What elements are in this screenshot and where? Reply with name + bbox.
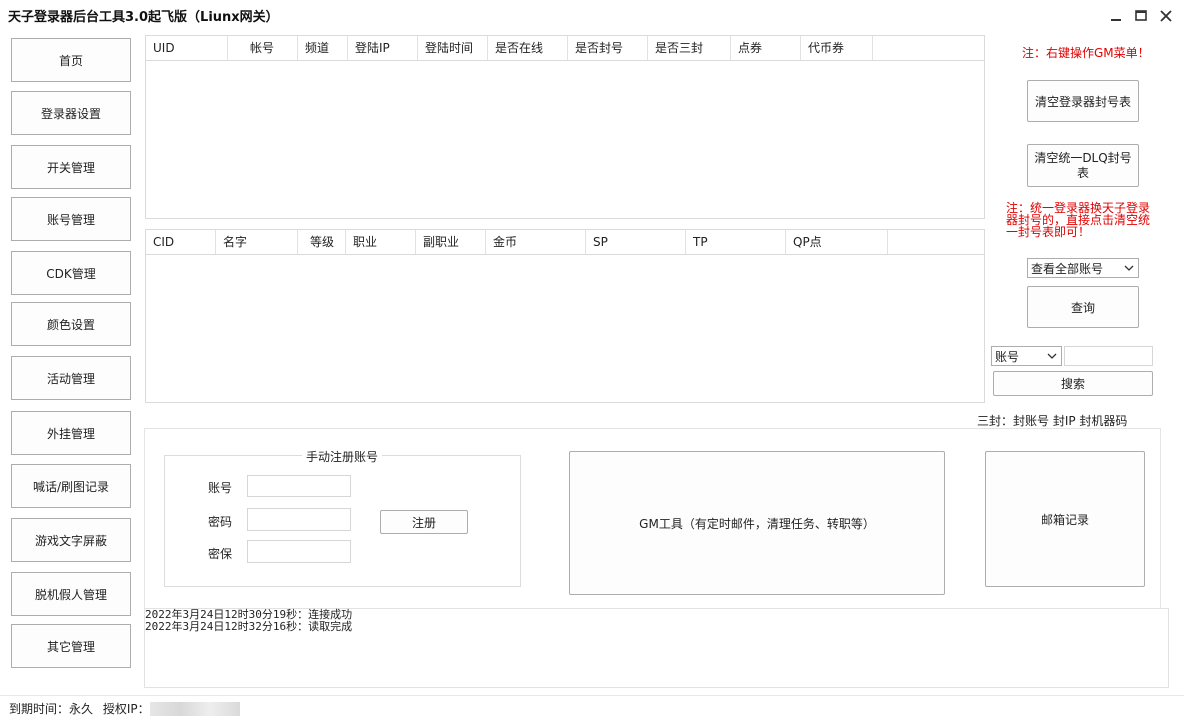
nav-activity-management-button[interactable]: 活动管理 <box>11 356 131 400</box>
expire-value: 永久 <box>69 702 94 716</box>
col-triple-ban[interactable]: 是否三封 <box>648 36 731 60</box>
gm-tools-button[interactable]: GM工具（有定时邮件，清理任务、转职等） <box>569 451 945 595</box>
close-button[interactable] <box>1156 6 1176 26</box>
nav-cdk-management-button[interactable]: CDK管理 <box>11 251 131 295</box>
search-button[interactable]: 搜索 <box>993 371 1153 396</box>
character-table[interactable]: CID 名字 等级 职业 副职业 金币 SP TP QP点 <box>145 229 985 403</box>
nav-home-button[interactable]: 首页 <box>11 38 131 82</box>
close-icon <box>1160 10 1172 22</box>
window-title: 天子登录器后台工具3.0起飞版（Liunx网关） <box>8 10 279 25</box>
nav-text-filter-button[interactable]: 游戏文字屏蔽 <box>11 518 131 562</box>
maximize-button[interactable] <box>1131 6 1151 26</box>
col-subjob[interactable]: 副职业 <box>416 230 486 254</box>
col-tokens[interactable]: 代币券 <box>801 36 873 60</box>
expire-label: 到期时间： <box>9 702 70 716</box>
col-login-ip[interactable]: 登陆IP <box>348 36 418 60</box>
col-job[interactable]: 职业 <box>346 230 416 254</box>
status-bar: 到期时间：永久 授权IP： <box>9 700 150 717</box>
col-points[interactable]: 点券 <box>731 36 801 60</box>
nav-offline-bot-button[interactable]: 脱机假人管理 <box>11 572 131 616</box>
col-banned[interactable]: 是否封号 <box>568 36 648 60</box>
col-login-time[interactable]: 登陆时间 <box>418 36 488 60</box>
nav-other-management-button[interactable]: 其它管理 <box>11 624 131 668</box>
register-secret-label: 密保 <box>208 547 233 561</box>
search-input[interactable] <box>1064 346 1153 366</box>
character-table-header: CID 名字 等级 职业 副职业 金币 SP TP QP点 <box>146 230 984 255</box>
col-channel[interactable]: 频道 <box>298 36 348 60</box>
col-qp[interactable]: QP点 <box>786 230 888 254</box>
nav-cheat-management-button[interactable]: 外挂管理 <box>11 411 131 455</box>
log-panel[interactable]: 2022年3月24日12时30分19秒：连接成功 2022年3月24日12时32… <box>144 608 1169 688</box>
col-gold[interactable]: 金币 <box>486 230 586 254</box>
status-divider <box>0 695 1184 696</box>
col-level[interactable]: 等级 <box>298 230 346 254</box>
view-accounts-select-value: 查看全部账号 <box>1031 261 1104 276</box>
triple-ban-note: 三封：封账号 封IP 封机器码 <box>977 414 1128 428</box>
minimize-button[interactable] <box>1106 6 1126 26</box>
col-account[interactable]: 帐号 <box>228 36 298 60</box>
nav-account-management-button[interactable]: 账号管理 <box>11 197 131 241</box>
col-online[interactable]: 是否在线 <box>488 36 568 60</box>
nav-color-settings-button[interactable]: 颜色设置 <box>11 302 131 346</box>
register-password-input[interactable] <box>247 508 351 531</box>
account-table-header: UID 帐号 频道 登陆IP 登陆时间 是否在线 是否封号 是否三封 点券 代币… <box>146 36 984 61</box>
ip-label: 授权IP： <box>102 702 150 716</box>
register-account-label: 账号 <box>208 481 233 495</box>
mail-log-button[interactable]: 邮箱记录 <box>985 451 1145 587</box>
search-field-select-value: 账号 <box>995 349 1020 364</box>
register-account-input[interactable] <box>247 475 351 497</box>
register-submit-button[interactable]: 注册 <box>380 510 468 534</box>
query-button[interactable]: 查询 <box>1027 286 1139 328</box>
dlq-note: 注：统一登录器换天子登录器封号的，直接点击清空统一封号表即可！ <box>1006 201 1151 239</box>
col-sp[interactable]: SP <box>586 230 686 254</box>
minimize-icon <box>1111 19 1121 21</box>
redacted-ip <box>150 702 240 716</box>
register-group-title: 手动注册账号 <box>302 448 383 465</box>
register-password-label: 密码 <box>208 515 233 529</box>
nav-switch-management-button[interactable]: 开关管理 <box>11 145 131 189</box>
chevron-down-icon <box>1047 353 1057 359</box>
register-secret-input[interactable] <box>247 540 351 563</box>
col-uid[interactable]: UID <box>146 36 228 60</box>
chevron-down-icon <box>1124 265 1134 271</box>
col-name[interactable]: 名字 <box>216 230 298 254</box>
log-line: 2022年3月24日12时32分16秒：读取完成 <box>145 620 353 633</box>
account-table[interactable]: UID 帐号 频道 登陆IP 登陆时间 是否在线 是否封号 是否三封 点券 代币… <box>145 35 985 219</box>
clear-dlq-ban-table-button[interactable]: 清空统一DLQ封号表 <box>1027 144 1139 187</box>
view-accounts-select[interactable]: 查看全部账号 <box>1027 258 1139 278</box>
nav-launcher-settings-button[interactable]: 登录器设置 <box>11 91 131 135</box>
maximize-icon <box>1135 10 1147 21</box>
col-cid[interactable]: CID <box>146 230 216 254</box>
nav-shout-log-button[interactable]: 喊话/刷图记录 <box>11 464 131 508</box>
gm-menu-note: 注：右键操作GM菜单！ <box>1022 46 1150 60</box>
col-tp[interactable]: TP <box>686 230 786 254</box>
clear-ban-table-button[interactable]: 清空登录器封号表 <box>1027 80 1139 122</box>
search-field-select[interactable]: 账号 <box>991 346 1062 366</box>
